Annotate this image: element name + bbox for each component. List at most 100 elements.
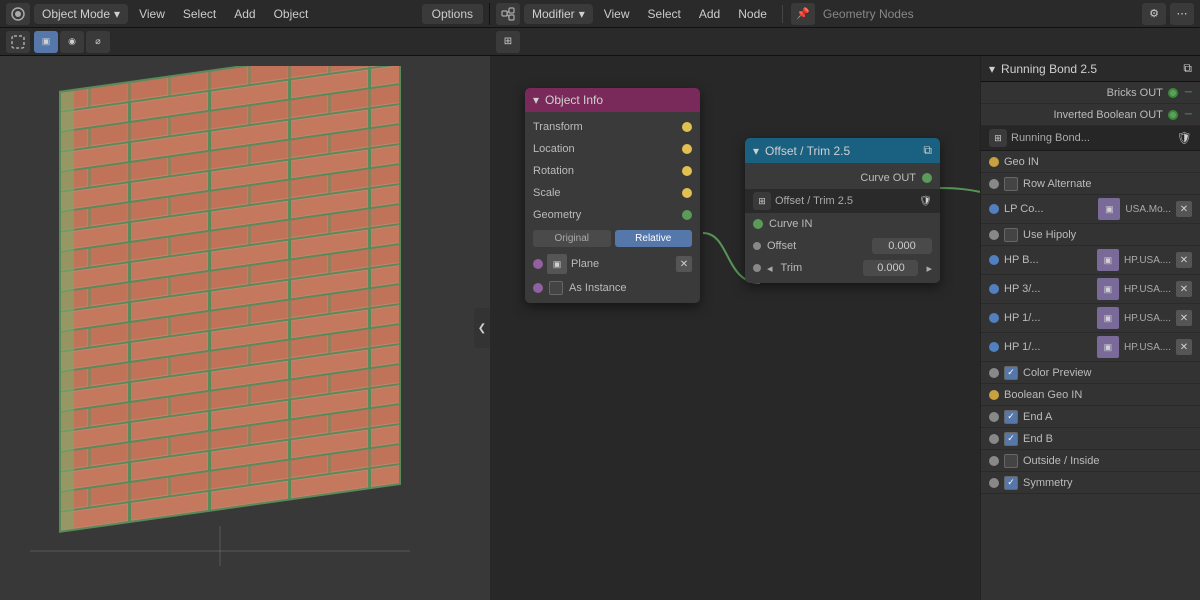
trim-label: Trim	[781, 262, 858, 274]
trim-input[interactable]: 0.000	[863, 260, 918, 276]
hp-b-remove-btn[interactable]: ✕	[1176, 252, 1192, 268]
offset-trim-body: Curve OUT ⊞ Offset / Trim 2.5 🛡 Curve IN	[745, 163, 940, 283]
node-menu-select[interactable]: Select	[641, 5, 688, 23]
offset-field-row: Offset 0.000	[745, 235, 940, 257]
trim-right-arrow[interactable]: ▸	[926, 262, 932, 275]
hp-3-mat-label: HP.USA....	[1124, 284, 1171, 295]
hp-3-thumb: ▣	[1097, 278, 1119, 300]
curve-in-label: Curve IN	[769, 218, 812, 230]
scale-label: Scale	[533, 187, 676, 199]
outside-inside-checkbox[interactable]	[1004, 454, 1018, 468]
viewport-collapse-btn[interactable]: ❮	[474, 308, 490, 348]
lp-co-mat-label: USA.Mo...	[1125, 204, 1171, 215]
offset-trim-header[interactable]: ▾ Offset / Trim 2.5 ⧉	[745, 138, 940, 163]
node-editor-panel: ⊞ ▾ Object Info Transform Location	[490, 28, 1200, 600]
row-alt-socket	[989, 179, 999, 189]
rb-sub-header: ⊞ Running Bond... 🛡	[981, 126, 1200, 151]
rotation-socket	[682, 166, 692, 176]
hp-1b-socket	[989, 342, 999, 352]
node-editor-menubar: Modifier ▾ View Select Add Node 📌 Geomet…	[490, 3, 1200, 25]
collapse-icon-2: ▾	[753, 144, 759, 158]
viewport-mode-icon	[6, 3, 30, 25]
object-info-body: Transform Location Rotation Scale Geomet…	[525, 112, 700, 303]
hp-1b-label: HP 1/...	[1004, 341, 1092, 353]
inverted-bool-label: Inverted Boolean OUT	[989, 109, 1163, 121]
hp-b-label: HP B...	[1004, 254, 1092, 266]
hp-b-thumb: ▣	[1097, 249, 1119, 271]
select-mode-box[interactable]	[6, 31, 30, 53]
options-button[interactable]: Options	[422, 4, 483, 24]
rotation-row: Rotation	[525, 160, 700, 182]
hp-b-mat-label: HP.USA....	[1124, 255, 1171, 266]
symmetry-label: Symmetry	[1023, 477, 1073, 489]
bricks-connected-line: ─	[1185, 87, 1192, 98]
rb-sub-icon: ⊞	[989, 129, 1007, 147]
outside-inside-row: Outside / Inside	[981, 450, 1200, 472]
node-menu-node[interactable]: Node	[731, 5, 774, 23]
menu-view[interactable]: View	[132, 5, 172, 23]
plane-label: Plane	[571, 258, 672, 270]
hp-1b-remove-btn[interactable]: ✕	[1176, 339, 1192, 355]
node-editor-toolbar: ⊞	[490, 28, 1200, 56]
rb-collapse-icon: ▾	[989, 62, 995, 76]
hp-b-row: HP B... ▣ HP.USA.... ✕	[981, 246, 1200, 275]
object-info-header[interactable]: ▾ Object Info	[525, 88, 700, 112]
curve-in-socket	[753, 219, 763, 229]
row-alternate-row: Row Alternate	[981, 173, 1200, 195]
running-bond-header: ▾ Running Bond 2.5 ⧉	[981, 56, 1200, 82]
hp-1a-row: HP 1/... ▣ HP.USA.... ✕	[981, 304, 1200, 333]
rb-copy-icon: ⧉	[1183, 61, 1192, 76]
menu-add[interactable]: Add	[227, 5, 262, 23]
use-hipoly-socket	[989, 230, 999, 240]
viewport-canvas[interactable]: ❮	[0, 56, 490, 600]
end-b-checkbox[interactable]	[1004, 432, 1018, 446]
relative-btn[interactable]: Relative	[615, 230, 693, 247]
brick-wall-svg	[30, 66, 410, 566]
lp-co-label: LP Co...	[1004, 203, 1093, 215]
modifier-mode-dropdown[interactable]: Modifier ▾	[524, 4, 593, 24]
node-menu-add[interactable]: Add	[692, 5, 727, 23]
rb-sub-label: Running Bond...	[1011, 132, 1090, 144]
end-a-checkbox[interactable]	[1004, 410, 1018, 424]
hp-3-row: HP 3/... ▣ HP.USA.... ✕	[981, 275, 1200, 304]
use-hipoly-checkbox[interactable]	[1004, 228, 1018, 242]
hp-1a-socket	[989, 313, 999, 323]
node-type-icon: ⊞	[496, 31, 520, 53]
row-alt-checkbox[interactable]	[1004, 177, 1018, 191]
more-icon[interactable]: ⋯	[1170, 3, 1194, 25]
location-label: Location	[533, 143, 676, 155]
pin-icon[interactable]: 📌	[791, 3, 815, 25]
hp-1a-label: HP 1/...	[1004, 312, 1092, 324]
transform-label: Transform	[533, 121, 676, 133]
bricks-out-socket	[1168, 88, 1178, 98]
hp-b-socket	[989, 255, 999, 265]
select-lasso-icon[interactable]: ⌀	[86, 31, 110, 53]
bricks-out-label: Bricks OUT	[989, 87, 1163, 99]
as-instance-checkbox[interactable]	[549, 281, 563, 295]
menu-object[interactable]: Object	[267, 5, 316, 23]
transform-socket	[682, 122, 692, 132]
location-socket	[682, 144, 692, 154]
transform-row: Transform	[525, 116, 700, 138]
menu-select[interactable]: Select	[176, 5, 223, 23]
hp-1a-remove-btn[interactable]: ✕	[1176, 310, 1192, 326]
select-circle-icon[interactable]: ◉	[60, 31, 84, 53]
end-b-row: End B	[981, 428, 1200, 450]
geometry-socket	[682, 210, 692, 220]
trim-left-arrow[interactable]: ◂	[767, 262, 773, 275]
plane-remove-btn[interactable]: ✕	[676, 256, 692, 272]
hp-1a-mat-label: HP.USA....	[1124, 313, 1171, 324]
offset-input[interactable]: 0.000	[872, 238, 932, 254]
hp-3-remove-btn[interactable]: ✕	[1176, 281, 1192, 297]
select-box-icon[interactable]: ▣	[34, 31, 58, 53]
symmetry-checkbox[interactable]	[1004, 476, 1018, 490]
settings-icon[interactable]: ⚙	[1142, 3, 1166, 25]
object-mode-dropdown[interactable]: Object Mode ▾	[34, 4, 128, 24]
trim-field-row: ◂ Trim 0.000 ▸	[745, 257, 940, 279]
node-menu-view[interactable]: View	[597, 5, 637, 23]
color-preview-checkbox[interactable]	[1004, 366, 1018, 380]
as-instance-socket	[533, 283, 543, 293]
lp-co-remove-btn[interactable]: ✕	[1176, 201, 1192, 217]
original-btn[interactable]: Original	[533, 230, 611, 247]
copy-icon: ⧉	[923, 143, 932, 158]
